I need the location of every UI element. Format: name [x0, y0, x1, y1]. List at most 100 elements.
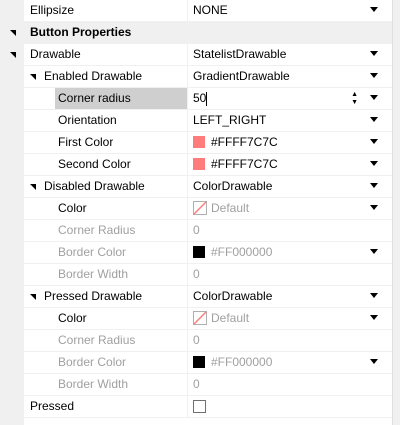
category-row-button-properties[interactable]: Button Properties — [0, 22, 392, 44]
collapse-triangle-icon[interactable] — [30, 74, 36, 80]
property-row-border-color[interactable]: Border Color #FF000000 — [0, 352, 392, 374]
dropdown-arrow-icon[interactable] — [370, 359, 378, 364]
collapse-triangle-icon[interactable] — [10, 52, 16, 58]
property-name: Border Width — [58, 377, 129, 391]
property-value[interactable]: 0 — [193, 330, 200, 351]
corner-radius-edit-box[interactable]: 50 ▲ ▼ — [188, 88, 392, 109]
collapse-triangle-icon[interactable] — [30, 294, 36, 300]
property-name: Disabled Drawable — [44, 179, 145, 193]
property-value-color[interactable]: #FF000000 — [211, 242, 272, 263]
property-row-border-width[interactable]: Border Width 0 — [0, 374, 392, 396]
property-value-color[interactable]: #FFFF7C7C — [211, 154, 278, 175]
column-separator — [187, 308, 188, 329]
property-name: Border Color — [58, 355, 127, 369]
property-row-color[interactable]: Color Default — [0, 308, 392, 330]
dropdown-arrow-icon[interactable] — [370, 315, 378, 320]
property-row-pressed-drawable[interactable]: Pressed Drawable ColorDrawable — [0, 286, 392, 308]
dropdown-arrow-icon[interactable] — [370, 293, 378, 298]
column-separator — [187, 198, 188, 219]
property-name: Orientation — [58, 113, 117, 127]
property-name: Enabled Drawable — [44, 69, 143, 83]
property-row-second-color[interactable]: Second Color #FFFF7C7C — [0, 154, 392, 176]
column-separator — [187, 374, 188, 395]
property-value-dropdown[interactable]: ColorDrawable — [193, 286, 272, 307]
pressed-checkbox[interactable] — [193, 400, 206, 413]
column-separator — [187, 154, 188, 175]
property-value-dropdown[interactable]: LEFT_RIGHT — [193, 110, 266, 131]
property-row-orientation[interactable]: Orientation LEFT_RIGHT — [0, 110, 392, 132]
property-value-color[interactable]: Default — [211, 308, 249, 329]
corner-radius-input[interactable]: 50 — [193, 88, 206, 109]
property-row-first-color[interactable]: First Color #FFFF7C7C — [0, 132, 392, 154]
property-value[interactable]: 0 — [193, 220, 200, 241]
property-value-dropdown[interactable]: GradientDrawable — [193, 66, 290, 87]
property-value-dropdown[interactable]: ColorDrawable — [193, 176, 272, 197]
dropdown-arrow-icon[interactable] — [370, 7, 378, 12]
spin-down-icon[interactable]: ▼ — [351, 99, 358, 106]
dropdown-arrow-icon[interactable] — [370, 161, 378, 166]
property-row-drawable[interactable]: Drawable StatelistDrawable — [0, 44, 392, 66]
column-separator — [187, 220, 188, 241]
column-separator — [187, 132, 188, 153]
no-color-icon — [193, 201, 207, 215]
dropdown-arrow-icon[interactable] — [370, 95, 378, 100]
property-name: First Color — [58, 135, 114, 149]
property-row-border-color[interactable]: Border Color #FF000000 — [0, 242, 392, 264]
text-caret — [206, 92, 207, 106]
collapse-triangle-icon[interactable] — [10, 30, 16, 36]
dropdown-arrow-icon[interactable] — [370, 205, 378, 210]
property-row-border-width[interactable]: Border Width 0 — [0, 264, 392, 286]
property-row-color[interactable]: Color Default — [0, 198, 392, 220]
property-row-corner-radius-disabled[interactable]: Corner Radius 0 — [0, 220, 392, 242]
property-value[interactable]: 0 — [193, 374, 200, 395]
property-value-dropdown[interactable]: NONE — [193, 0, 228, 21]
property-value-color[interactable]: Default — [211, 198, 249, 219]
column-separator — [187, 110, 188, 131]
property-row-pressed[interactable]: Pressed — [0, 396, 392, 418]
property-row-corner-radius-pressed[interactable]: Corner Radius 0 — [0, 330, 392, 352]
property-name: Color — [58, 311, 87, 325]
color-swatch-icon — [193, 158, 205, 170]
vertical-scrollbar[interactable] — [392, 0, 400, 425]
property-name: Border Color — [58, 245, 127, 259]
category-title: Button Properties — [30, 25, 132, 39]
property-name: Color — [58, 201, 87, 215]
column-separator — [187, 176, 188, 197]
column-separator — [187, 286, 188, 307]
column-separator — [187, 66, 188, 87]
spin-up-icon[interactable]: ▲ — [351, 91, 358, 98]
dropdown-arrow-icon[interactable] — [370, 249, 378, 254]
dropdown-arrow-icon[interactable] — [370, 139, 378, 144]
property-name: Border Width — [58, 267, 129, 281]
property-value-color[interactable]: #FF000000 — [211, 352, 272, 373]
collapse-triangle-icon[interactable] — [30, 184, 36, 190]
property-name: Second Color — [58, 157, 131, 171]
property-row-enabled-drawable[interactable]: Enabled Drawable GradientDrawable — [0, 66, 392, 88]
property-row-disabled-drawable[interactable]: Disabled Drawable ColorDrawable — [0, 176, 392, 198]
color-swatch-icon — [193, 136, 205, 148]
property-row-corner-radius[interactable]: Corner radius 50 ▲ ▼ — [0, 88, 392, 110]
property-name: Corner radius — [55, 88, 187, 109]
property-value-dropdown[interactable]: StatelistDrawable — [193, 44, 286, 65]
column-separator — [187, 242, 188, 263]
property-value-color[interactable]: #FFFF7C7C — [211, 132, 278, 153]
no-color-icon — [193, 311, 207, 325]
dropdown-arrow-icon[interactable] — [370, 73, 378, 78]
color-swatch-icon — [193, 356, 205, 368]
property-row-ellipsize[interactable]: Ellipsize NONE — [0, 0, 392, 22]
color-swatch-icon — [193, 246, 205, 258]
dropdown-arrow-icon[interactable] — [370, 51, 378, 56]
column-separator — [187, 396, 188, 417]
column-separator — [187, 352, 188, 373]
column-separator — [187, 330, 188, 351]
column-separator — [187, 44, 188, 65]
dropdown-arrow-icon[interactable] — [370, 183, 378, 188]
dropdown-arrow-icon[interactable] — [370, 117, 378, 122]
property-name: Corner Radius — [58, 223, 136, 237]
property-name: Pressed Drawable — [44, 289, 143, 303]
property-name: Ellipsize — [30, 3, 75, 17]
property-value[interactable]: 0 — [193, 264, 200, 285]
property-name: Pressed — [30, 399, 75, 413]
column-separator — [187, 0, 188, 21]
property-name: Corner Radius — [58, 333, 136, 347]
